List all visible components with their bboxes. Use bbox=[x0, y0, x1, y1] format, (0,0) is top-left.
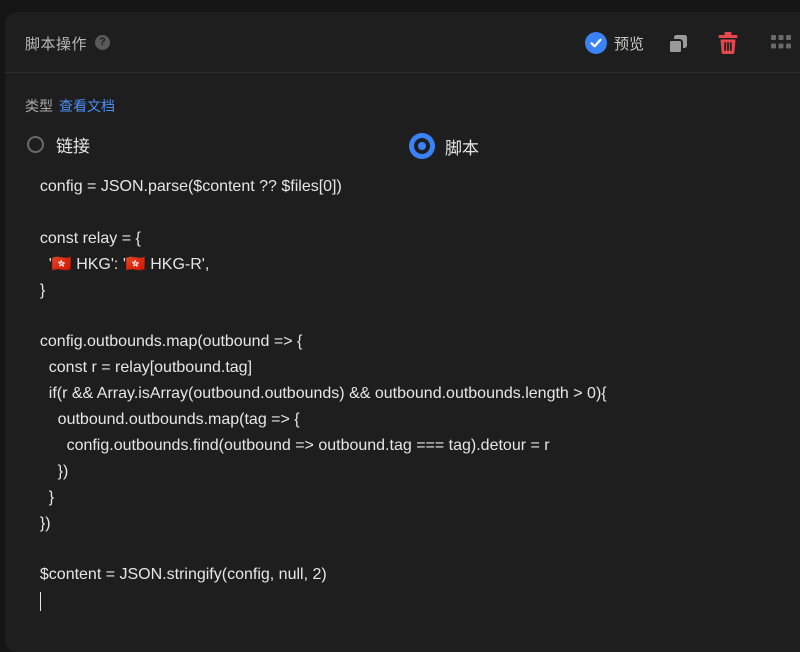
preview-label: 预览 bbox=[614, 35, 645, 53]
code-line: const relay = { bbox=[31, 229, 141, 247]
code-line: '🇭🇰 HKG': '🇭🇰 HKG-R', bbox=[31, 255, 210, 273]
radio-link-option[interactable]: 链接 bbox=[27, 132, 90, 157]
type-label: 类型 bbox=[25, 98, 53, 114]
radio-checked-icon bbox=[409, 133, 435, 159]
view-docs-link[interactable]: 查看文档 bbox=[59, 98, 115, 114]
preview-button[interactable]: 预览 bbox=[585, 31, 644, 55]
code-line: config.outbounds.find(outbound => outbou… bbox=[31, 436, 550, 454]
type-row: 类型 查看文档 bbox=[25, 96, 115, 116]
code-line: outbound.outbounds.map(tag => { bbox=[31, 411, 300, 429]
radio-unchecked-icon bbox=[27, 136, 44, 153]
panel-title: 脚本操作 bbox=[25, 36, 88, 53]
code-line: config = JSON.parse($content ?? $files[0… bbox=[31, 178, 342, 195]
code-line: } bbox=[31, 488, 55, 506]
code-line: if(r && Array.isArray(outbound.outbounds… bbox=[31, 385, 607, 403]
radio-script-label: 脚本 bbox=[445, 138, 479, 158]
code-line-caret bbox=[31, 588, 791, 614]
check-circle-icon bbox=[585, 32, 607, 54]
copy-icon[interactable] bbox=[667, 33, 689, 55]
grip-dots-icon[interactable] bbox=[771, 35, 791, 49]
code-line: $content = JSON.stringify(config, null, … bbox=[31, 566, 327, 584]
question-circle-icon[interactable]: ? bbox=[95, 35, 110, 50]
script-operation-panel: 脚本操作 ? 预览 类型 查看文档 链接 脚本 config = JSON.pa… bbox=[5, 12, 800, 652]
code-line: }) bbox=[31, 462, 69, 480]
trash-icon[interactable] bbox=[717, 31, 739, 55]
radio-link-label: 链接 bbox=[56, 137, 90, 156]
code-line: }) bbox=[31, 514, 51, 532]
code-line: const r = relay[outbound.tag] bbox=[31, 359, 253, 377]
panel-header: 脚本操作 ? 预览 bbox=[5, 12, 800, 73]
radio-script-option[interactable]: 脚本 bbox=[409, 133, 479, 159]
text-caret bbox=[40, 591, 41, 611]
script-code-editor[interactable]: config = JSON.parse($content ?? $files[0… bbox=[31, 174, 791, 634]
code-line: } bbox=[31, 281, 46, 299]
code-line: config.outbounds.map(outbound => { bbox=[31, 333, 303, 351]
